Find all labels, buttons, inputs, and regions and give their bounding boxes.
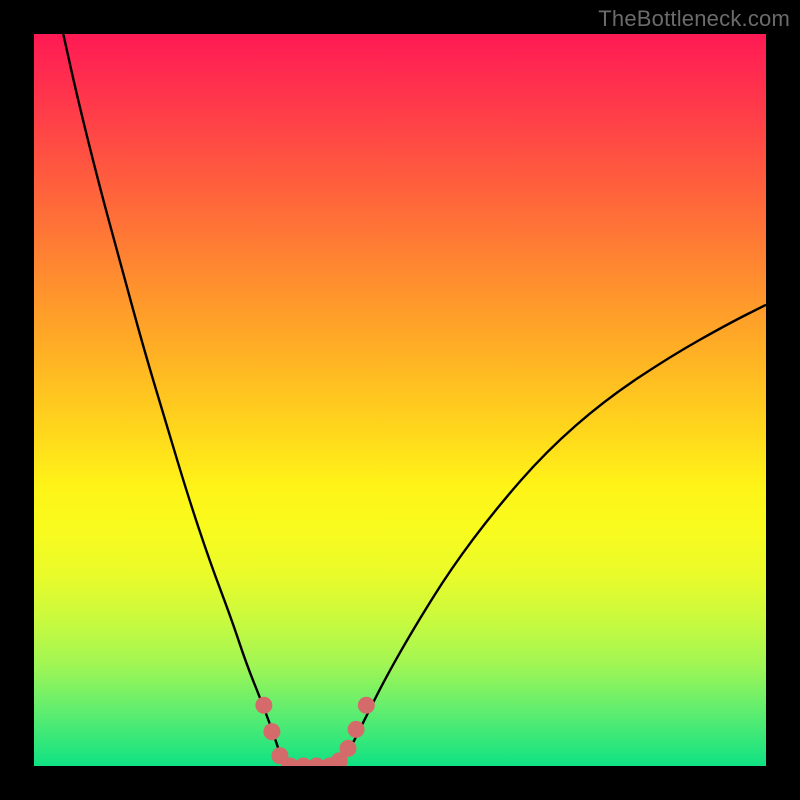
markers-group: [255, 697, 374, 766]
marker-left-top: [255, 697, 272, 714]
marker-right-top: [358, 697, 375, 714]
chart-frame: TheBottleneck.com: [0, 0, 800, 800]
marker-right-mid2: [348, 721, 365, 738]
chart-svg: [34, 34, 766, 766]
marker-left-mid: [263, 723, 280, 740]
watermark-label: TheBottleneck.com: [598, 6, 790, 32]
curve-group: [63, 34, 766, 766]
marker-right-mid: [340, 740, 357, 757]
plot-area: [34, 34, 766, 766]
curve-right-path: [338, 305, 766, 766]
curve-left-path: [63, 34, 284, 766]
